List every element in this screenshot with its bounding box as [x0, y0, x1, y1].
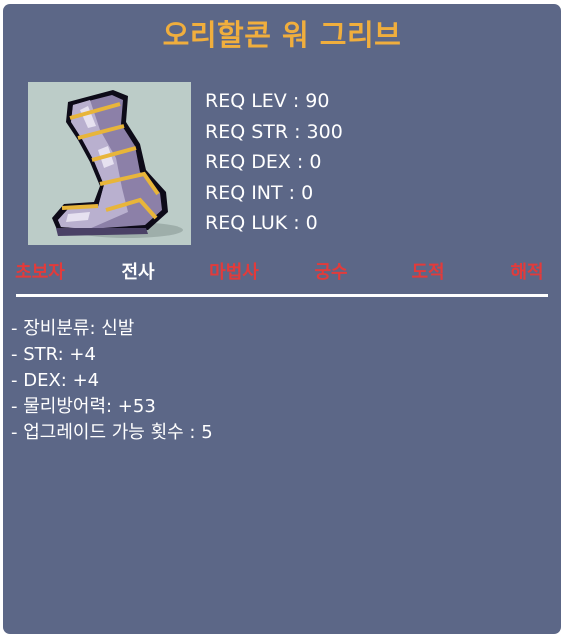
- req-str: REQ STR : 300: [205, 120, 343, 143]
- req-dex: REQ DEX : 0: [205, 151, 322, 173]
- purple-boot-icon: [52, 90, 183, 238]
- stat-equip-category: - 장비분류: 신발: [11, 318, 135, 339]
- class-pirate: 해적: [510, 262, 544, 283]
- stat-upgrade-slots: - 업그레이드 가능 횟수 : 5: [11, 422, 213, 443]
- item-name: 오리할콘 워 그리브: [162, 18, 402, 52]
- requirement-list: REQ LEV : 90 REQ STR : 300 REQ DEX : 0 R…: [205, 86, 343, 239]
- class-beginner: 초보자: [15, 262, 65, 283]
- stat-dex: - DEX: +4: [11, 370, 100, 391]
- stat-weapon-defense: - 물리방어력: +53: [11, 396, 156, 417]
- stat-str: - STR: +4: [11, 344, 96, 365]
- class-warrior: 전사: [121, 262, 155, 283]
- class-archer: 궁수: [314, 262, 348, 283]
- class-magician: 마법사: [209, 262, 259, 283]
- item-stats: - 장비분류: 신발 - STR: +4 - DEX: +4 - 물리방어력: …: [11, 316, 213, 446]
- item-tooltip: 오리할콘 워 그리브 REQ LEV : 90 REQ STR: 300 RE…: [3, 4, 561, 634]
- req-luk: REQ LUK : 0: [205, 212, 318, 234]
- req-level: REQ LEV : 90: [205, 90, 330, 112]
- divider: [16, 294, 548, 297]
- req-int: REQ INT : 0: [205, 181, 314, 204]
- class-thief: 도적: [411, 262, 445, 283]
- item-image: [28, 82, 191, 245]
- job-class-row: 초보자 전사 마법사 궁수 도적 해적: [3, 259, 561, 287]
